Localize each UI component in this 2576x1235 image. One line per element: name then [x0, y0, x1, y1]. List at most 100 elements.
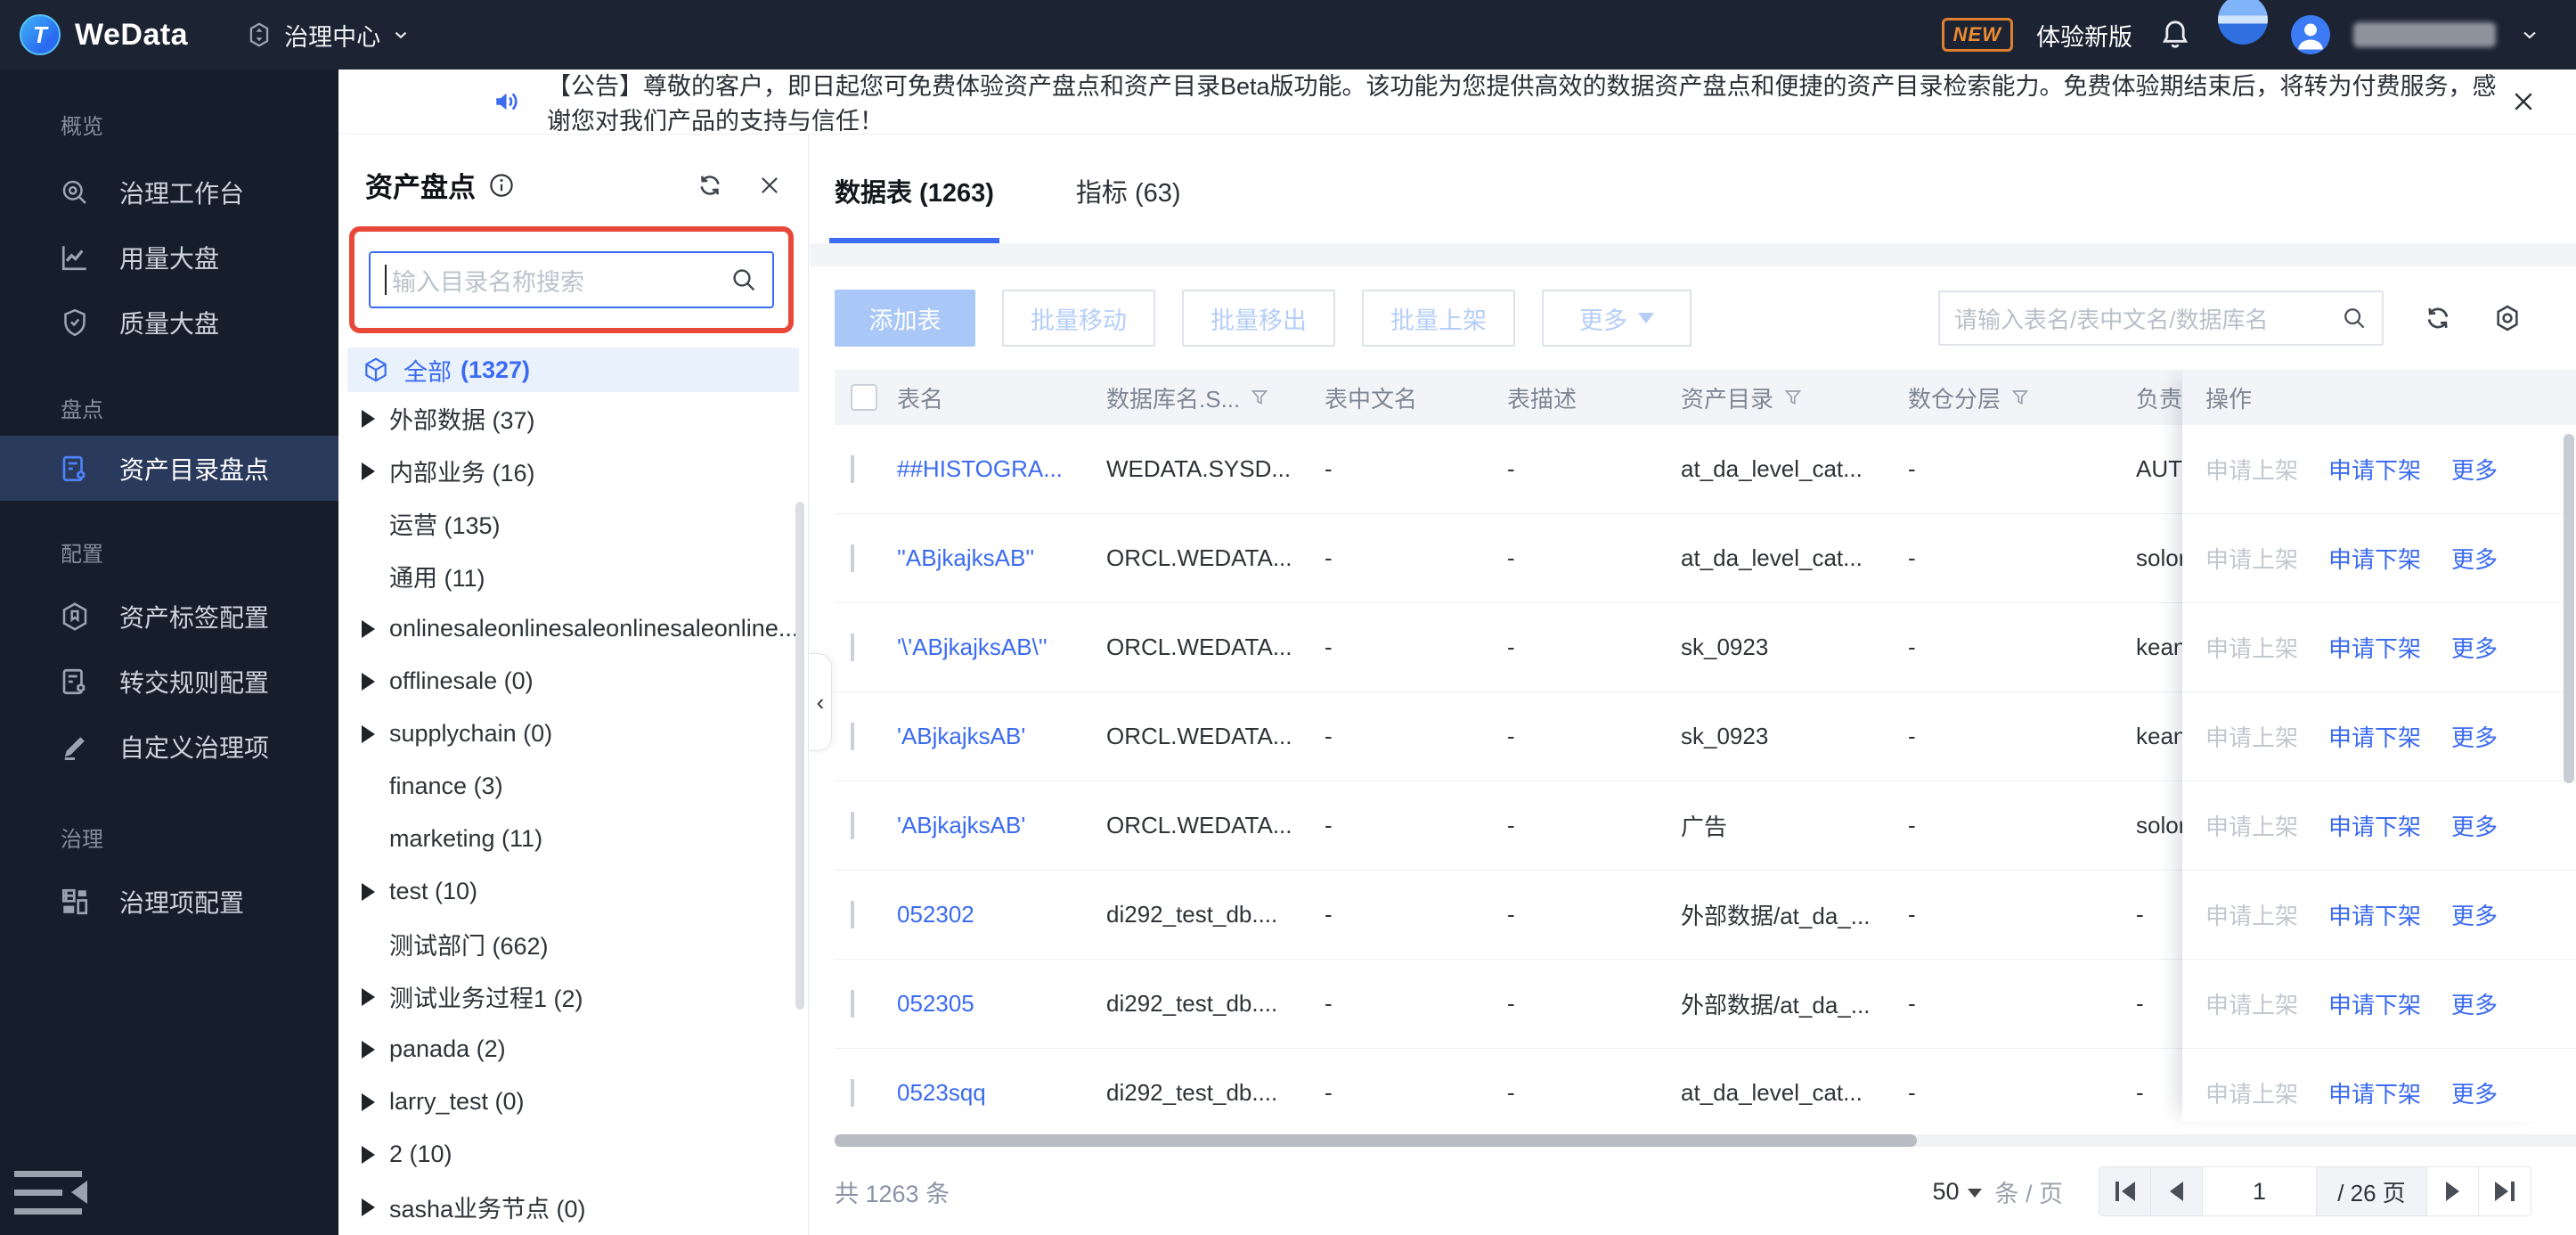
table-search-input[interactable]: 请输入表名/表中文名/数据库名 [1938, 290, 2384, 346]
apply-unpublish-link[interactable]: 申请下架 [2328, 898, 2421, 931]
user-avatar-icon[interactable] [2291, 15, 2330, 54]
row-checkbox[interactable] [851, 901, 854, 928]
sidebar-item-用量大盘[interactable]: 用量大盘 [0, 225, 338, 290]
message-avatar[interactable] [2218, 0, 2268, 45]
table-name-link[interactable]: 'ABjkajksAB' [897, 812, 1106, 839]
expand-arrow-icon[interactable] [362, 724, 375, 743]
sidebar-item-资产目录盘点[interactable]: 资产目录盘点 [0, 436, 338, 501]
row-more-link[interactable]: 更多 [2451, 453, 2498, 486]
tree-scrollbar[interactable] [795, 502, 804, 1010]
expand-arrow-icon[interactable] [362, 987, 375, 1006]
sidebar-collapse-icon[interactable] [14, 1167, 87, 1219]
last-page-button[interactable] [2479, 1167, 2531, 1215]
add-table-button[interactable]: 添加表 [835, 290, 975, 347]
filter-funnel-icon[interactable] [1782, 387, 1804, 408]
tree-node[interactable]: 外部数据 (37) [347, 392, 799, 445]
row-more-link[interactable]: 更多 [2451, 720, 2498, 753]
notification-bell-icon[interactable] [2156, 15, 2195, 54]
more-button[interactable]: 更多 [1542, 290, 1692, 347]
batch-move-button[interactable]: 批量移动 [1002, 290, 1155, 347]
apply-publish-link[interactable]: 申请上架 [2205, 987, 2298, 1020]
tree-node[interactable]: 运营 (135) [347, 497, 799, 550]
username-redacted[interactable] [2353, 22, 2496, 47]
apply-unpublish-link[interactable]: 申请下架 [2328, 1076, 2421, 1109]
expand-arrow-icon[interactable] [362, 1145, 375, 1164]
filter-funnel-icon[interactable] [2009, 387, 2031, 408]
table-name-link[interactable]: '\'ABjkajksAB\'' [897, 634, 1106, 661]
tree-node[interactable]: 测试部门 (662) [347, 918, 799, 970]
user-menu-chevron-icon[interactable] [2519, 24, 2540, 45]
current-page-input[interactable]: 1 [2203, 1167, 2317, 1215]
apply-unpublish-link[interactable]: 申请下架 [2328, 542, 2421, 575]
select-all-checkbox[interactable] [851, 384, 877, 411]
tree-node[interactable]: 通用 (11) [347, 550, 799, 602]
tree-node[interactable]: sasha业务节点 (0) [347, 1181, 799, 1233]
expand-arrow-icon[interactable] [362, 619, 375, 638]
expand-arrow-icon[interactable] [362, 409, 375, 428]
apply-unpublish-link[interactable]: 申请下架 [2328, 720, 2421, 753]
row-checkbox[interactable] [851, 990, 854, 1018]
tree-node[interactable]: supplychain (0) [347, 707, 799, 760]
sidebar-item-自定义治理项[interactable]: 自定义治理项 [0, 714, 338, 779]
apply-unpublish-link[interactable]: 申请下架 [2328, 631, 2421, 664]
panel-collapse-handle[interactable]: ‹ [809, 653, 832, 751]
search-icon[interactable] [730, 266, 758, 294]
row-more-link[interactable]: 更多 [2451, 1076, 2498, 1109]
table-refresh-icon[interactable] [2423, 303, 2453, 333]
table-name-link[interactable]: 052302 [897, 901, 1106, 928]
table-name-link[interactable]: 'ABjkajksAB' [897, 723, 1106, 750]
try-new-version-link[interactable]: 体验新版 [2036, 18, 2132, 53]
tree-node[interactable]: offlinesale (0) [347, 655, 799, 707]
row-more-link[interactable]: 更多 [2451, 987, 2498, 1020]
row-checkbox[interactable] [851, 1079, 854, 1107]
banner-close-icon[interactable] [2510, 88, 2537, 115]
apply-publish-link[interactable]: 申请上架 [2205, 809, 2298, 842]
tab-指标 (63)[interactable]: 指标 (63) [1076, 172, 1181, 243]
expand-arrow-icon[interactable] [362, 1040, 375, 1059]
row-more-link[interactable]: 更多 [2451, 542, 2498, 575]
row-checkbox[interactable] [851, 634, 854, 661]
tree-collapse-icon[interactable] [756, 172, 783, 199]
next-page-button[interactable] [2427, 1167, 2479, 1215]
table-name-link[interactable]: ''ABjkajksAB'' [897, 544, 1106, 572]
expand-arrow-icon[interactable] [362, 1092, 375, 1111]
sidebar-item-资产标签配置[interactable]: 资产标签配置 [0, 584, 338, 649]
expand-arrow-icon[interactable] [362, 672, 375, 691]
expand-arrow-icon[interactable] [362, 1198, 375, 1216]
apply-publish-link[interactable]: 申请上架 [2205, 1076, 2298, 1109]
table-name-link[interactable]: ##HISTOGRA... [897, 455, 1106, 483]
tree-node[interactable]: 测试业务过程1 (2) [347, 970, 799, 1023]
tree-node-all[interactable]: 全部 (1327) [347, 348, 799, 392]
table-vertical-scrollbar[interactable] [2564, 434, 2574, 783]
row-more-link[interactable]: 更多 [2451, 631, 2498, 664]
row-checkbox[interactable] [851, 544, 854, 572]
tab-数据表 (1263)[interactable]: 数据表 (1263) [829, 172, 999, 243]
apply-publish-link[interactable]: 申请上架 [2205, 898, 2298, 931]
governance-center-switcher[interactable]: 治理中心 [245, 18, 411, 53]
table-horizontal-scrollbar[interactable] [835, 1134, 2576, 1147]
sidebar-item-治理工作台[interactable]: 治理工作台 [0, 159, 338, 225]
first-page-button[interactable] [2099, 1167, 2151, 1215]
batch-remove-button[interactable]: 批量移出 [1182, 290, 1335, 347]
apply-publish-link[interactable]: 申请上架 [2205, 720, 2298, 753]
info-icon[interactable] [488, 172, 515, 199]
tree-node[interactable]: 内部业务 (16) [347, 445, 799, 497]
apply-unpublish-link[interactable]: 申请下架 [2328, 987, 2421, 1020]
apply-unpublish-link[interactable]: 申请下架 [2328, 809, 2421, 842]
apply-publish-link[interactable]: 申请上架 [2205, 542, 2298, 575]
row-checkbox[interactable] [851, 455, 854, 483]
filter-funnel-icon[interactable] [1249, 387, 1270, 408]
tree-node[interactable]: finance (3) [347, 760, 799, 813]
table-name-link[interactable]: 0523sqq [897, 1079, 1106, 1107]
row-checkbox[interactable] [851, 812, 854, 839]
column-settings-gear-icon[interactable] [2492, 303, 2523, 333]
tree-node[interactable]: larry_test (0) [347, 1076, 799, 1128]
row-checkbox[interactable] [851, 723, 854, 750]
page-size-select[interactable]: 50 [1932, 1178, 1983, 1206]
table-name-link[interactable]: 052305 [897, 990, 1106, 1018]
catalog-search-input[interactable]: 输入目录名称搜索 [369, 251, 774, 308]
brand[interactable]: T WeData [20, 14, 188, 55]
apply-publish-link[interactable]: 申请上架 [2205, 453, 2298, 486]
h-scrollbar-thumb[interactable] [835, 1134, 1917, 1147]
row-more-link[interactable]: 更多 [2451, 898, 2498, 931]
